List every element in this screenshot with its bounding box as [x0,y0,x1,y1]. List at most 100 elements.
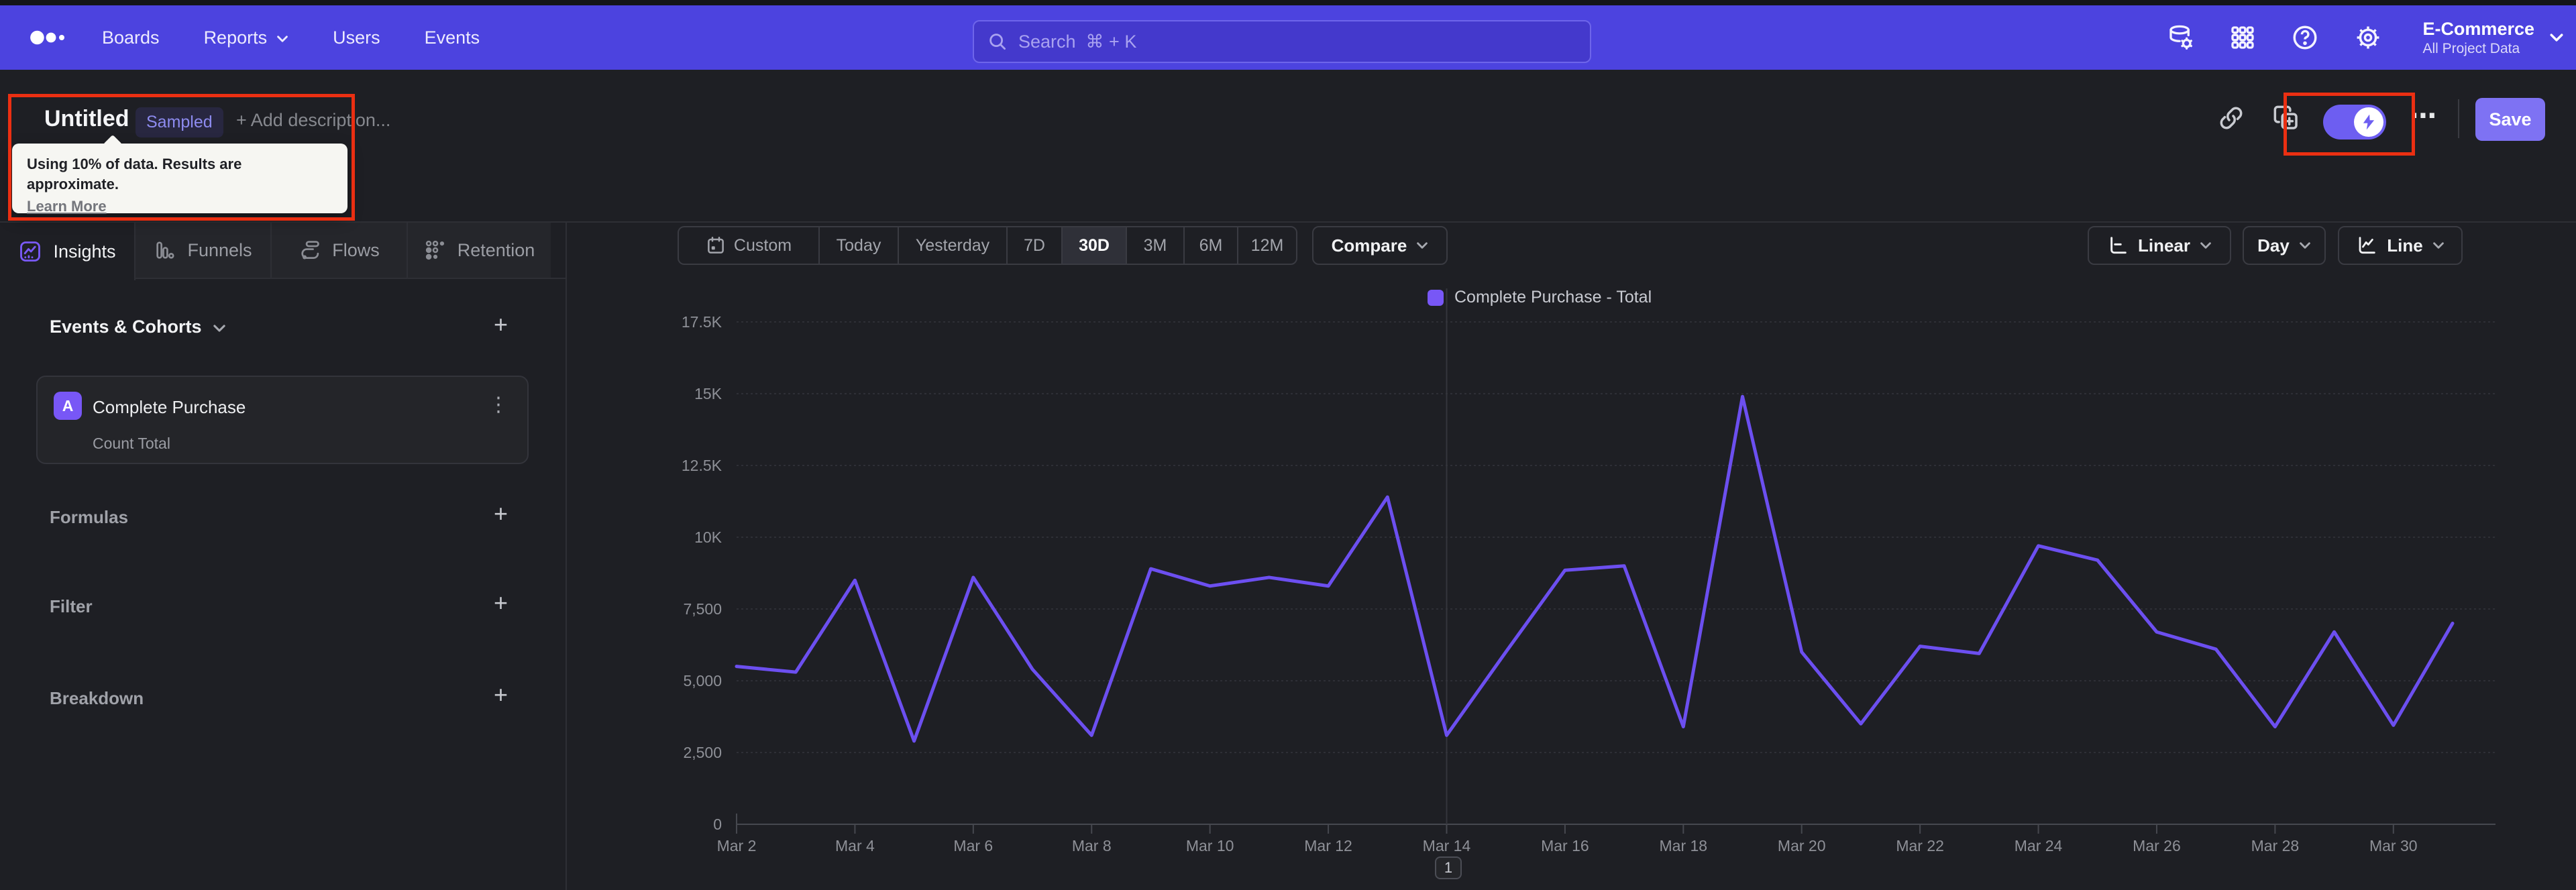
tooltip-arrow [103,134,123,154]
sampling-toggle[interactable] [2323,105,2386,140]
compare-button[interactable]: Compare [1312,226,1448,265]
event-card[interactable]: A Complete Purchase ⋮ Count Total [36,376,529,464]
tab-funnels-label: Funnels [187,239,252,260]
x-tick-label: Mar 10 [1186,837,1234,854]
nav-item-reports[interactable]: Reports [204,27,289,48]
add-formula-button[interactable]: + [494,502,508,526]
range-7d-label: 7D [1024,235,1045,255]
x-tick-label: Mar 2 [717,837,757,854]
scale-label: Linear [2137,235,2191,256]
mixpanel-logo-icon[interactable] [30,28,72,50]
more-options-button[interactable]: ⋯ [2410,101,2438,131]
x-tick-label: Mar 12 [1304,837,1352,854]
learn-more-link[interactable]: Learn More [27,198,107,215]
sampled-badge[interactable]: Sampled [136,107,223,137]
retention-icon [425,240,444,260]
x-tick-label: Mar 30 [2369,837,2418,854]
y-tick-label: 12.5K [682,457,722,474]
axis-scale-icon [2110,237,2127,254]
range-7d[interactable]: 7D [1008,227,1063,264]
event-metric[interactable]: Count Total [93,435,170,453]
line-chart[interactable]: 0 2,500 5,000 7,500 10K 12.5K 15K 17.5K Mar 2 Mar… [604,282,2576,884]
save-button[interactable]: Save [2475,98,2545,141]
help-icon[interactable] [2291,23,2319,52]
duplicate-icon[interactable] [2273,105,2300,135]
range-6m-label: 6M [1199,235,1223,255]
nav-item-reports-label: Reports [203,27,268,48]
tab-insights[interactable]: Insights [0,223,136,280]
range-today[interactable]: Today [820,227,899,264]
chevron-down-icon [2432,242,2444,249]
y-tick-label: 15K [694,385,722,402]
insights-icon [20,241,41,262]
interval-selector[interactable]: Day [2243,226,2326,265]
range-today-label: Today [836,235,881,255]
range-yesterday[interactable]: Yesterday [899,227,1008,264]
project-scope: All Project Data [2422,40,2520,56]
mixpanel-insights-screen: Boards Reports Users Events Search ⌘ + K… [0,0,2576,890]
range-30d[interactable]: 30D [1063,227,1127,264]
add-event-button[interactable]: + [494,313,508,337]
tab-flows[interactable]: Flows [272,223,408,278]
range-custom[interactable]: Custom [679,227,820,264]
settings-gear-icon[interactable] [2354,23,2382,52]
add-description-field[interactable]: + Add description... [236,110,390,131]
chevron-down-icon [213,325,225,332]
line-chart-icon [2359,237,2375,254]
nav-item-events-label: Events [424,27,480,48]
event-name[interactable]: Complete Purchase [93,397,246,418]
nav-item-users[interactable]: Users [333,27,380,48]
copy-link-icon[interactable] [2218,105,2245,135]
y-tick-label: 2,500 [683,744,722,761]
y-tick-label: 5,000 [683,672,722,689]
tab-funnels[interactable]: Funnels [136,223,272,278]
project-switcher[interactable]: E-Commerce All Project Data [2422,18,2564,57]
events-cohorts-label: Events & Cohorts [50,317,202,337]
add-breakdown-button[interactable]: + [494,683,508,707]
flows-icon [301,241,320,260]
sidebar-divider [566,223,567,890]
range-3m[interactable]: 3M [1127,227,1185,264]
add-filter-button[interactable]: + [494,591,508,615]
compare-label: Compare [1331,235,1407,256]
nav-right: E-Commerce All Project Data [2166,5,2564,70]
breakdown-section-label: Breakdown [50,688,144,708]
window-edge [0,0,2576,5]
range-12m-label: 12M [1250,235,1284,255]
event-menu-button[interactable]: ⋮ [488,393,508,416]
formulas-section-label: Formulas [50,507,129,527]
x-tick-label: Mar 20 [1778,837,1826,854]
search-input[interactable] [1018,31,1576,52]
range-6m[interactable]: 6M [1185,227,1238,264]
x-tick-label: Mar 22 [1896,837,1944,854]
chart-type-selector[interactable]: Line [2338,226,2463,265]
toggle-knob [2354,107,2383,137]
nav-item-users-label: Users [333,27,380,48]
header-divider [2458,99,2459,138]
events-cohorts-header[interactable]: Events & Cohorts [50,317,226,337]
funnels-icon [156,241,174,259]
chevron-down-icon [2200,242,2211,249]
tab-insights-label: Insights [53,241,116,262]
range-30d-label: 30D [1079,235,1110,255]
y-tick-label: 17.5K [682,313,722,331]
chart-page-indicator[interactable]: 1 [1435,856,1462,879]
x-tick-label: Mar 26 [2133,837,2181,854]
global-search[interactable] [973,20,1591,63]
report-title[interactable]: Untitled [44,106,129,132]
lightning-bolt-icon [2363,114,2375,130]
nav-item-boards-label: Boards [102,27,160,48]
tab-retention[interactable]: Retention [408,223,551,278]
tab-flows-label: Flows [332,239,380,260]
data-management-icon[interactable] [2166,23,2194,52]
project-name: E-Commerce [2422,19,2534,40]
x-tick-label: Mar 8 [1072,837,1112,854]
range-12m[interactable]: 12M [1238,227,1296,264]
chevron-down-icon [2300,242,2310,249]
calendar-icon [708,237,724,254]
chevron-down-icon [277,35,288,42]
apps-grid-icon[interactable] [2229,24,2256,51]
scale-selector[interactable]: Linear [2088,226,2231,265]
nav-item-boards[interactable]: Boards [102,27,160,48]
nav-item-events[interactable]: Events [425,27,480,48]
